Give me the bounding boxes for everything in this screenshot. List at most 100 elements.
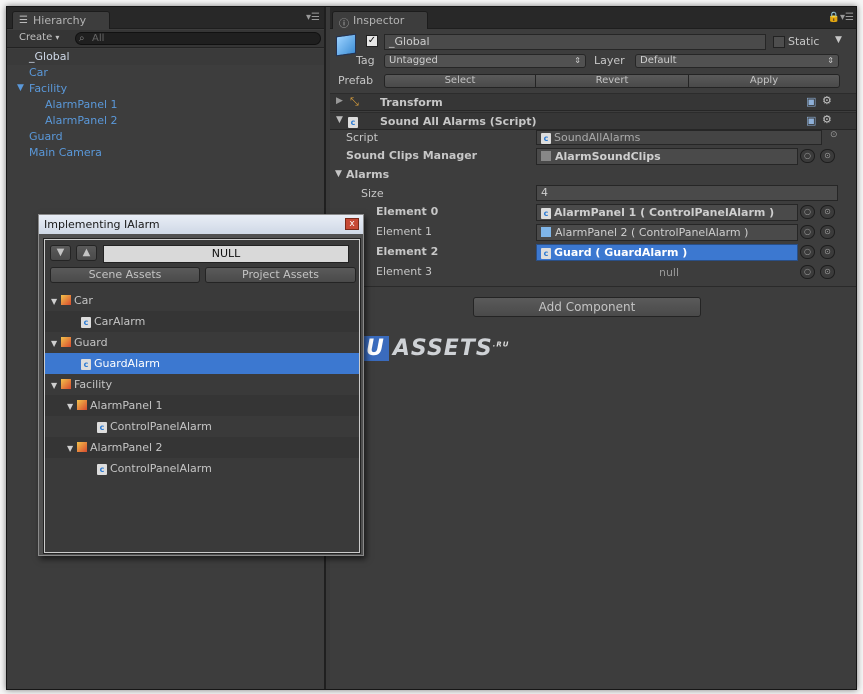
hierarchy-search-input[interactable]: ⌕ All [75, 32, 321, 45]
circle-button-icon[interactable]: ○ [800, 265, 815, 279]
list-item[interactable]: ▼ Guard [45, 332, 359, 353]
gameobject-icon [77, 400, 87, 410]
gear-icon[interactable]: ⚙ [822, 94, 832, 107]
circle-button-icon[interactable]: ○ [800, 245, 815, 259]
object-picker-icon[interactable]: ⊙ [820, 265, 835, 279]
prefab-apply-button[interactable]: Apply [688, 74, 840, 88]
prefab-select-button[interactable]: Select [384, 74, 536, 88]
expand-triangle-icon: ▼ [67, 402, 74, 411]
script-icon: c [81, 359, 91, 370]
gear-icon[interactable]: ⚙ [822, 113, 832, 126]
prefab-revert-button[interactable]: Revert [535, 74, 689, 88]
active-checkbox[interactable]: ✓ [366, 35, 378, 47]
element-1-label: Element 1 [376, 225, 433, 238]
hierarchy-tabbar: ☰ Hierarchy ▾☰ [7, 7, 324, 29]
list-item[interactable]: ▼ Car [45, 290, 359, 311]
gameobject-icon [61, 337, 71, 347]
create-dropdown[interactable]: Create ▾ [19, 32, 59, 43]
script-icon: c [541, 133, 551, 144]
sound-manager-label: Sound Clips Manager [346, 149, 478, 162]
alarms-label: Alarms [346, 168, 390, 181]
tag-dropdown[interactable]: Untagged ⇕ [384, 54, 586, 68]
hierarchy-item-facility[interactable]: Facility [29, 82, 67, 95]
element-2-label: Element 2 [376, 245, 439, 258]
expand-triangle-icon[interactable]: ▼ [335, 169, 342, 179]
hierarchy-item-guard[interactable]: Guard [29, 130, 63, 143]
object-picker-icon[interactable]: ⊙ [820, 245, 835, 259]
arrow-down-button[interactable]: ▼ [50, 245, 71, 261]
script-icon: c [97, 464, 107, 475]
popup-titlebar[interactable]: Implementing IAlarm [39, 215, 363, 234]
tab-inspector[interactable]: ⓘ Inspector [332, 11, 428, 30]
expand-triangle-icon: ▼ [51, 339, 58, 348]
watermark-logo: U ASSETS.RU [362, 336, 509, 361]
implementing-ialarm-popup: Implementing IAlarm x ▼ ▲ NULL Scene Ass… [38, 214, 364, 556]
static-label: Static [788, 35, 820, 48]
script-field[interactable]: c SoundAllAlarms [536, 130, 822, 145]
object-picker-icon[interactable]: ⊙ [820, 205, 835, 219]
divider [330, 286, 856, 287]
list-item[interactable]: ▼ AlarmPanel 1 [45, 395, 359, 416]
list-item[interactable]: c CarAlarm [45, 311, 359, 332]
circle-button-icon[interactable]: ○ [800, 149, 815, 163]
element-3-field[interactable]: null [536, 264, 798, 281]
transform-header[interactable]: ▶ ⤡ Transform ▣ ⚙ [330, 93, 856, 111]
hierarchy-toolbar: Create ▾ ⌕ All [7, 30, 324, 48]
dropdown-arrow-icon: ⇕ [574, 56, 581, 65]
add-component-button[interactable]: Add Component [473, 297, 701, 317]
help-book-icon[interactable]: ▣ [806, 114, 816, 127]
inspector-tabbar: ⓘ Inspector 🔒▾☰ [330, 7, 856, 30]
cube-icon [541, 227, 551, 237]
panel-menu-icon[interactable]: ▾☰ [306, 12, 320, 23]
help-book-icon[interactable]: ▣ [806, 95, 816, 108]
editor-window: ☰ Hierarchy ▾☰ Create ▾ ⌕ All _Global Ca… [6, 6, 857, 690]
hierarchy-item-global[interactable]: _Global [29, 50, 70, 63]
list-item[interactable]: ▼ AlarmPanel 2 [45, 437, 359, 458]
project-assets-button[interactable]: Project Assets [205, 267, 356, 283]
component-header[interactable]: ▼ c Sound All Alarms (Script) ▣ ⚙ [330, 112, 856, 130]
list-item[interactable]: c ControlPanelAlarm [45, 416, 359, 437]
hierarchy-item-alarmpanel-1[interactable]: AlarmPanel 1 [45, 98, 118, 111]
null-field[interactable]: NULL [103, 245, 349, 263]
lock-menu-icon[interactable]: 🔒▾☰ [828, 12, 854, 23]
size-label: Size [361, 187, 384, 200]
close-icon[interactable]: x [345, 218, 359, 230]
arrow-up-button[interactable]: ▲ [76, 245, 97, 261]
hierarchy-item-main-camera[interactable]: Main Camera [29, 146, 102, 159]
circle-button-icon[interactable]: ○ [800, 225, 815, 239]
search-icon: ⌕ [79, 33, 85, 44]
expand-triangle-icon: ▼ [51, 297, 58, 306]
list-item-selected[interactable]: c GuardAlarm [45, 353, 359, 374]
dropdown-arrow-icon: ⇕ [827, 56, 834, 65]
element-3-label: Element 3 [376, 265, 433, 278]
object-picker-icon[interactable]: ⊙ [820, 149, 835, 163]
hierarchy-item-alarmpanel-2[interactable]: AlarmPanel 2 [45, 114, 118, 127]
expand-triangle-icon: ▼ [51, 381, 58, 390]
list-item[interactable]: ▼ Facility [45, 374, 359, 395]
hierarchy-item-car[interactable]: Car [29, 66, 48, 79]
sound-manager-field[interactable]: AlarmSoundClips [536, 148, 798, 165]
size-input[interactable]: 4 [536, 185, 838, 201]
layer-label: Layer [594, 54, 625, 67]
static-checkbox[interactable] [773, 36, 785, 48]
object-picker-icon[interactable]: ⊙ [830, 130, 838, 140]
list-item[interactable]: c ControlPanelAlarm [45, 458, 359, 479]
gameobject-icon [61, 295, 71, 305]
scene-assets-button[interactable]: Scene Assets [50, 267, 200, 283]
chevron-down-icon: ▾ [55, 33, 60, 42]
layer-dropdown[interactable]: Default ⇕ [635, 54, 839, 68]
tab-hierarchy[interactable]: ☰ Hierarchy [12, 11, 110, 29]
collapse-triangle-icon: ▶ [336, 96, 343, 106]
element-1-field[interactable]: AlarmPanel 2 ( ControlPanelAlarm ) [536, 224, 798, 241]
circle-button-icon[interactable]: ○ [800, 205, 815, 219]
element-0-field[interactable]: c AlarmPanel 1 ( ControlPanelAlarm ) [536, 204, 798, 221]
component-enabled-checkbox[interactable]: c [348, 115, 361, 128]
asset-icon [541, 151, 551, 161]
static-dropdown-icon[interactable]: ▼ [835, 35, 842, 45]
expand-triangle-icon[interactable]: ▼ [17, 83, 24, 93]
transform-axes-icon: ⤡ [350, 95, 359, 108]
object-picker-icon[interactable]: ⊙ [820, 225, 835, 239]
element-2-field[interactable]: c Guard ( GuardAlarm ) [536, 244, 798, 261]
object-name-input[interactable]: _Global [384, 34, 766, 50]
script-icon: c [81, 317, 91, 328]
